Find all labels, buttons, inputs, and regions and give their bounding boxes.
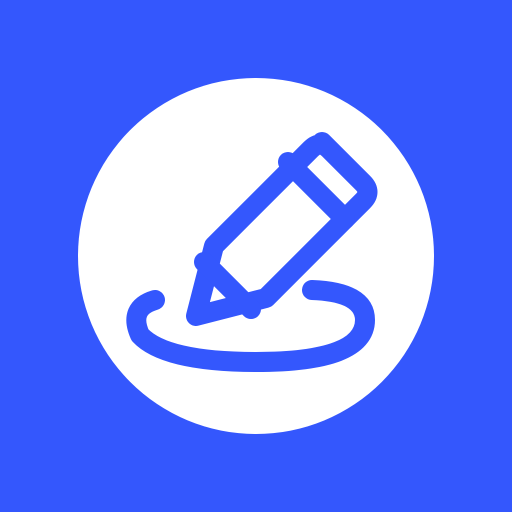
pencil-edit-icon — [78, 78, 434, 434]
badge-circle — [78, 78, 434, 434]
app-icon — [0, 0, 512, 512]
